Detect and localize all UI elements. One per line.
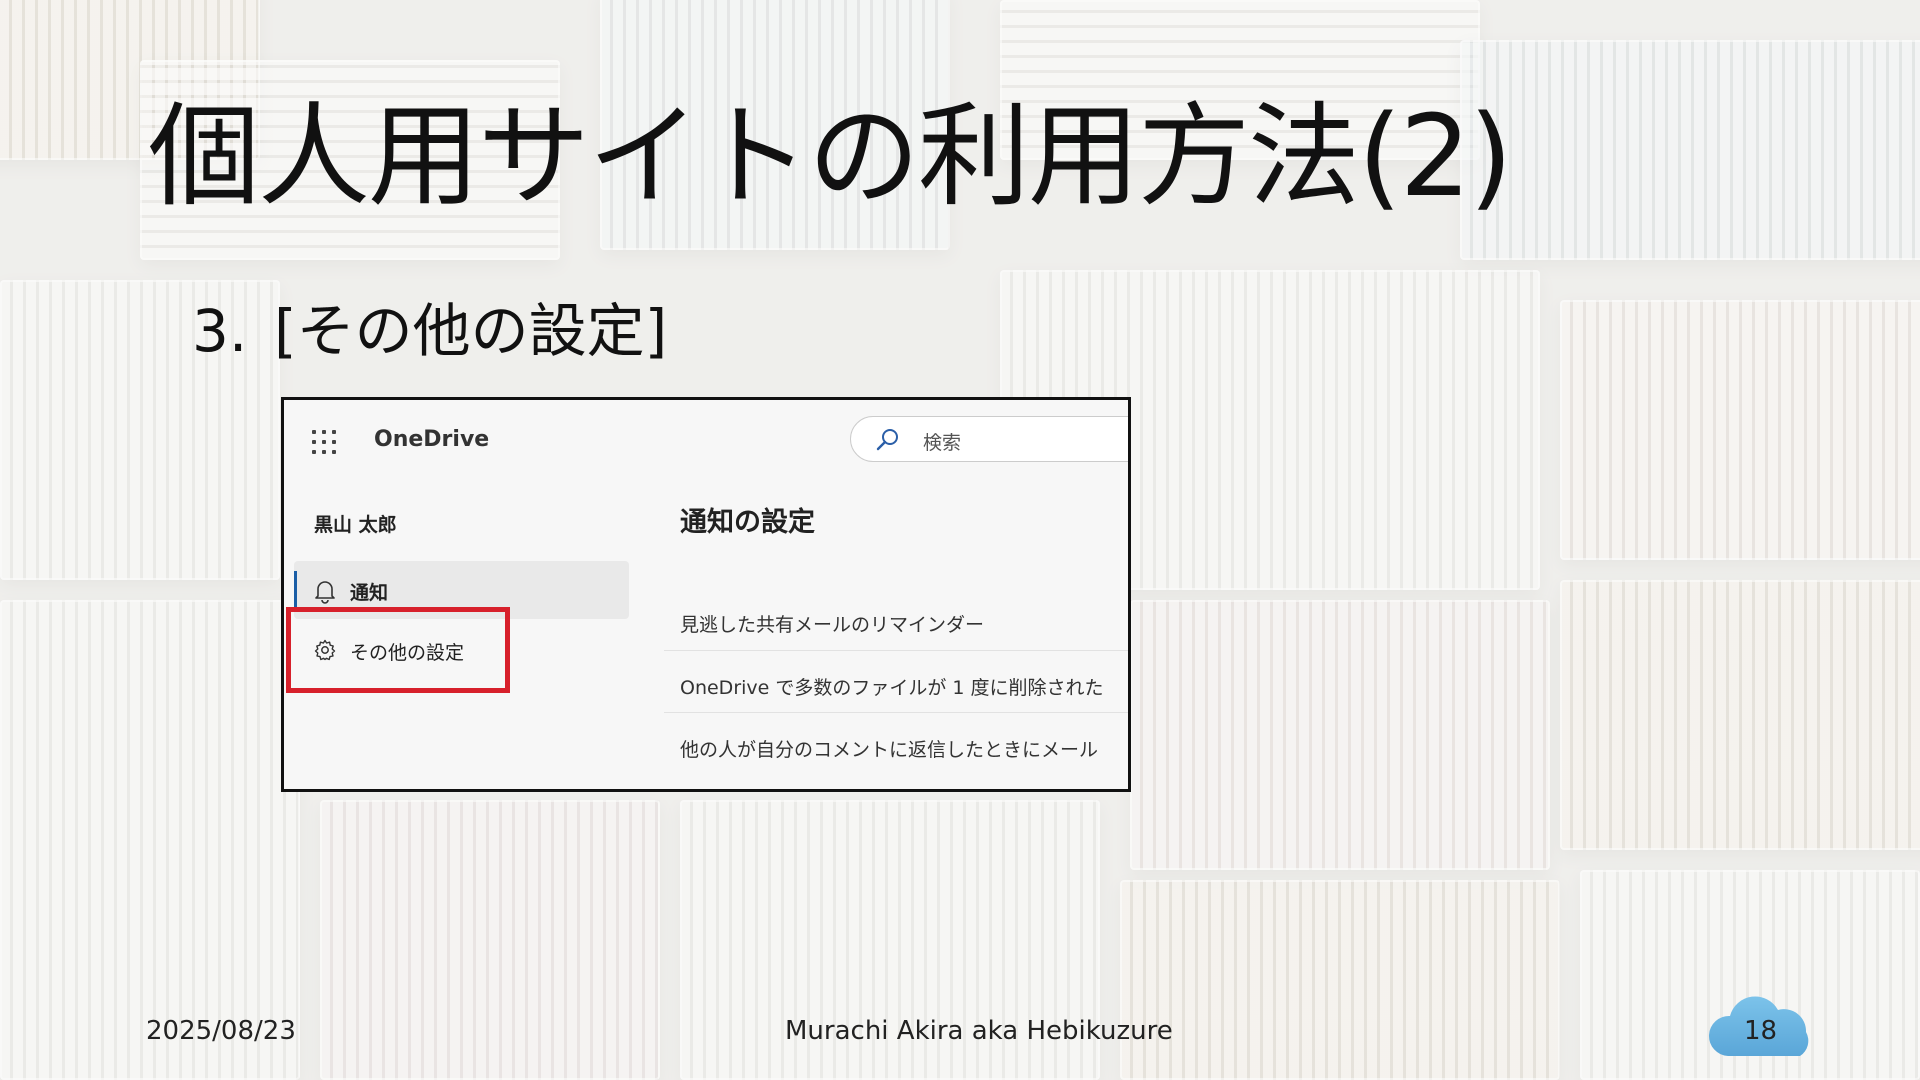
footer-date: 2025/08/23 <box>146 1016 296 1046</box>
search-icon <box>876 429 898 451</box>
app-name[interactable]: OneDrive <box>374 427 489 452</box>
onedrive-topbar: OneDrive 検索 <box>284 400 1128 470</box>
step-text: [その他の設定] <box>274 297 668 365</box>
settings-heading: 通知の設定 <box>680 507 815 538</box>
setting-row[interactable]: 他の人が自分のコメントに返信したときにメール <box>680 735 1098 762</box>
search-placeholder: 検索 <box>923 432 962 454</box>
search-box[interactable]: 検索 <box>850 416 1128 462</box>
bell-icon <box>315 581 335 604</box>
step-item: 3. [その他の設定] <box>192 296 667 366</box>
footer-author: Murachi Akira aka Hebikuzure <box>785 1016 1173 1046</box>
page-number: 18 <box>1744 1016 1778 1046</box>
setting-row[interactable]: OneDrive で多数のファイルが 1 度に削除された <box>680 673 1104 700</box>
selected-indicator <box>294 571 297 609</box>
onedrive-screenshot: OneDrive 検索 黒山 太郎 通知 その他の設定 通知の設定 見逃した共有… <box>281 397 1131 792</box>
user-name: 黒山 太郎 <box>314 514 397 536</box>
app-launcher-icon[interactable] <box>312 430 338 454</box>
setting-row[interactable]: 見逃した共有メールのリマインダー <box>680 610 984 637</box>
row-divider <box>664 712 1128 713</box>
nav-label-notifications: 通知 <box>350 582 389 604</box>
step-number: 3. <box>192 297 248 365</box>
row-divider <box>664 650 1128 651</box>
highlight-box <box>286 607 510 693</box>
slide-title: 個人用サイトの利用方法(2) <box>148 92 1513 222</box>
